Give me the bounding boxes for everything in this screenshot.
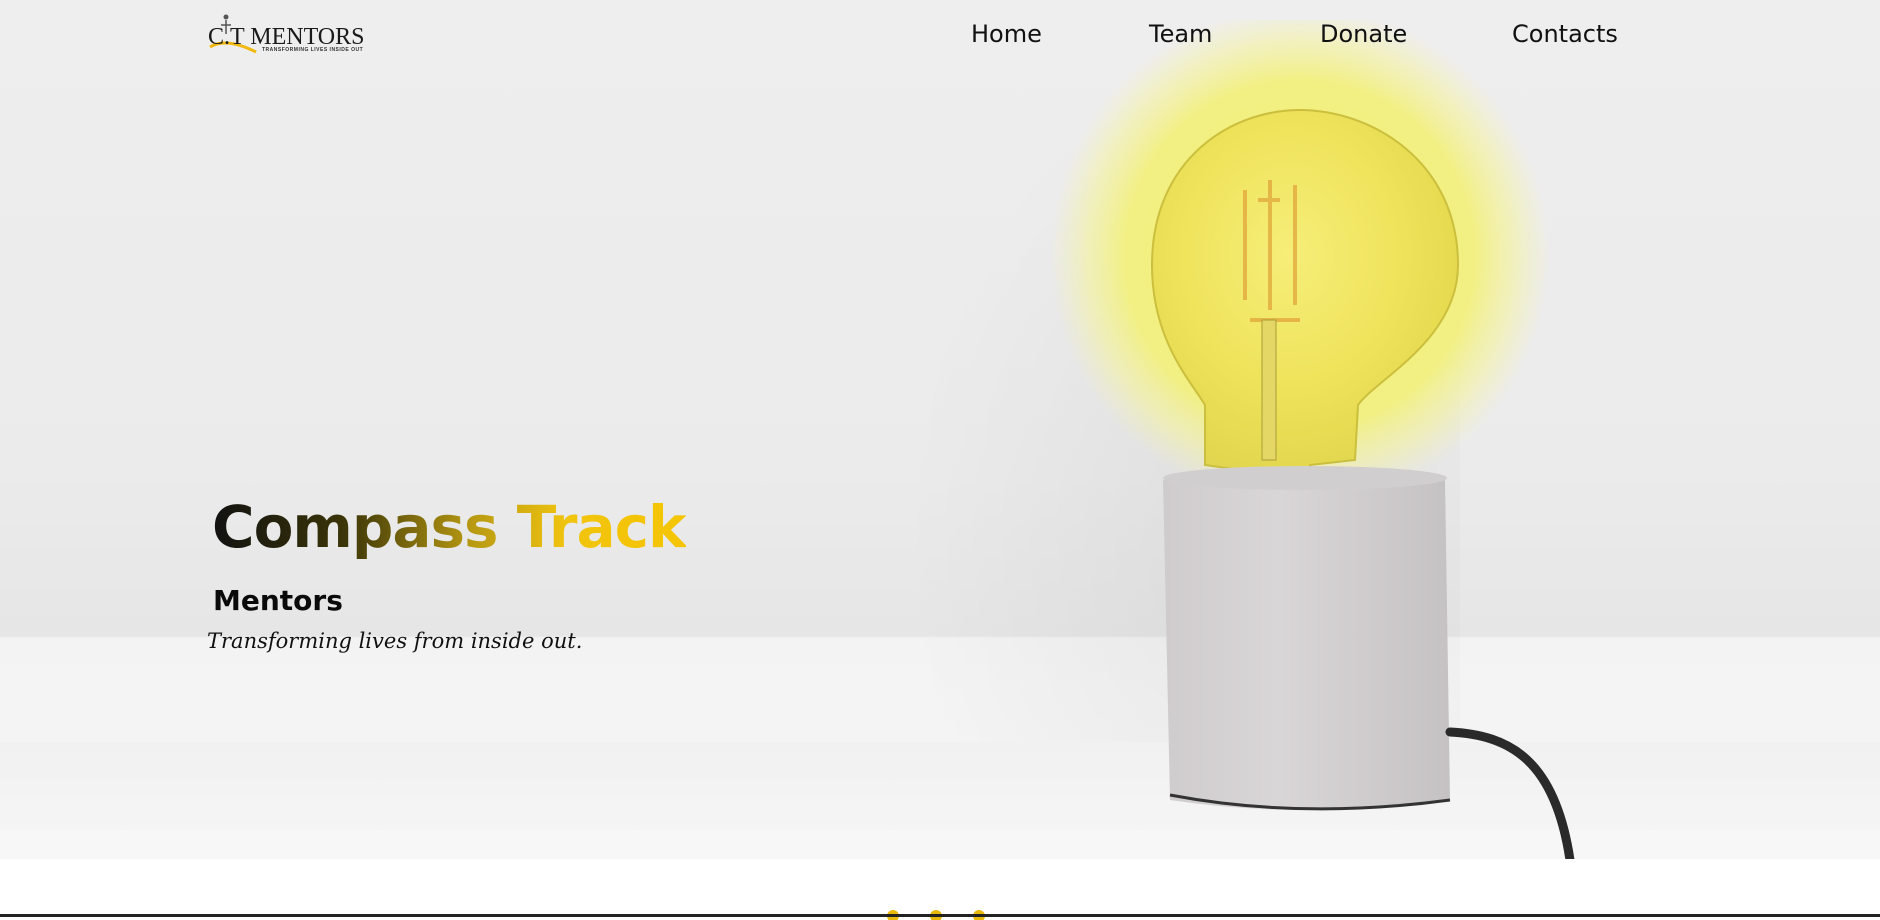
- hero-banner: [0, 0, 1880, 859]
- lightbulb-lamp-image: [1050, 20, 1575, 859]
- nav-team[interactable]: Team: [1149, 20, 1212, 48]
- hero-tagline: Transforming lives from inside out.: [207, 629, 583, 653]
- nav-home[interactable]: Home: [971, 20, 1042, 48]
- nav-donate[interactable]: Donate: [1320, 20, 1407, 48]
- hero-subtitle: Mentors: [213, 584, 343, 617]
- base-top: [1163, 466, 1447, 490]
- bulb-stem: [1261, 319, 1277, 461]
- concrete-base: [1163, 472, 1450, 810]
- nav-contacts[interactable]: Contacts: [1512, 20, 1618, 48]
- main-nav: Home Team Donate Contacts: [0, 20, 1880, 54]
- hero-title: Compass Track: [212, 493, 687, 561]
- power-cable: [1445, 727, 1575, 859]
